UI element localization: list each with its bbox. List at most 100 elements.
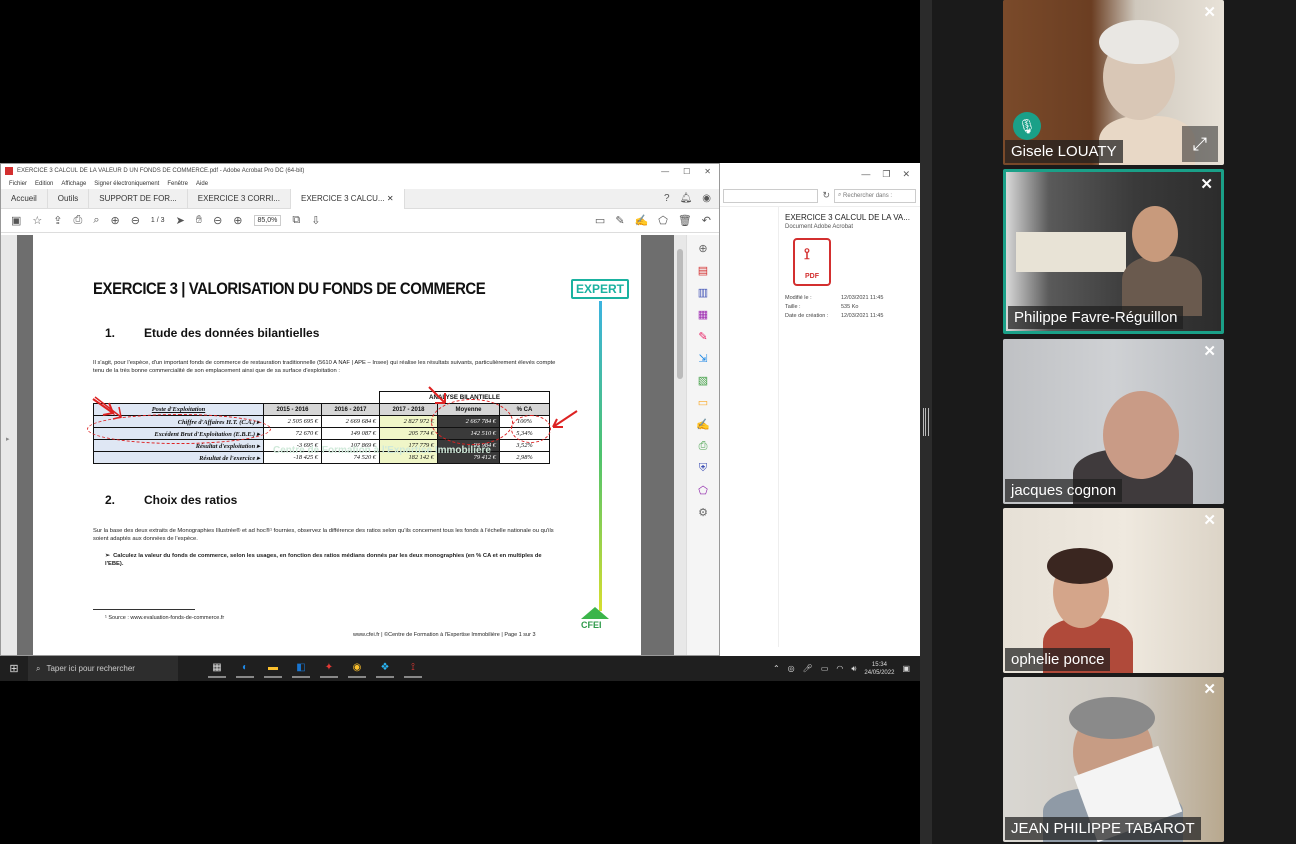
tab-exercice3-calcul[interactable]: EXERCICE 3 CALCU... ✕ xyxy=(291,188,405,209)
taskbar-search[interactable]: ⌕ Taper ici pour rechercher xyxy=(28,656,178,681)
acrobat-menubar: Fichier Edition Affichage Signer électro… xyxy=(1,178,719,189)
delete-icon[interactable]: 🗑︎ xyxy=(678,214,692,227)
combine-files-icon[interactable]: ▥ xyxy=(696,285,710,299)
compress-icon[interactable]: ▧ xyxy=(696,373,710,387)
close-icon[interactable]: ✕ xyxy=(1203,3,1216,21)
cloud-upload-icon[interactable]: ⇪ xyxy=(53,214,62,227)
tab-accueil[interactable]: Accueil xyxy=(1,188,48,209)
stamp-icon[interactable]: ⬠ xyxy=(658,214,668,227)
task-view-icon[interactable]: ▦ xyxy=(208,660,226,678)
close-icon[interactable]: ✕ xyxy=(704,167,711,176)
stamp-tool-icon[interactable]: ⬠ xyxy=(696,483,710,497)
hand-icon[interactable]: ✋︎ xyxy=(196,214,202,227)
tab-exercice3-corrige[interactable]: EXERCICE 3 CORRI... xyxy=(188,188,291,209)
tab-support[interactable]: SUPPORT DE FOR... xyxy=(89,188,188,209)
search-icon[interactable]: ⌕ xyxy=(93,214,99,227)
chrome-icon[interactable]: ◉ xyxy=(348,660,366,678)
close-icon[interactable]: ✕ xyxy=(902,169,910,180)
cursor-icon[interactable]: ➤ xyxy=(176,214,185,227)
menu-edition[interactable]: Edition xyxy=(35,181,53,187)
notifications-icon[interactable]: ▣ xyxy=(902,664,910,673)
network-app-icon[interactable]: ❖ xyxy=(376,660,394,678)
menu-fichier[interactable]: Fichier xyxy=(9,181,27,187)
zoom-select[interactable]: 85,0% xyxy=(253,215,282,226)
panel-resize-handle[interactable] xyxy=(920,0,932,844)
create-pdf-icon[interactable]: ▤ xyxy=(696,263,710,277)
minimize-icon[interactable]: — xyxy=(861,169,870,179)
page-current[interactable]: 1 xyxy=(151,217,155,224)
left-collapse-bar[interactable]: ▸ xyxy=(1,235,17,655)
zoom-in-icon[interactable]: ⊕ xyxy=(233,214,242,227)
file-explorer-icon[interactable]: ▬ xyxy=(264,660,282,678)
fill-sign-icon[interactable]: ✍ xyxy=(696,417,710,431)
close-icon[interactable]: ✕ xyxy=(1203,511,1216,529)
maximize-icon[interactable]: ☐ xyxy=(683,167,690,176)
user-avatar-icon[interactable]: ◉ xyxy=(702,193,711,204)
resize-grip-icon[interactable] xyxy=(923,408,929,436)
address-bar[interactable] xyxy=(723,188,819,203)
participant-tile[interactable]: ✕ JEAN PHILIPPE TABAROT xyxy=(1003,677,1224,842)
comment-icon[interactable]: ▭ xyxy=(595,214,605,227)
export-pdf-icon[interactable]: ⇲ xyxy=(696,351,710,365)
sign-icon[interactable]: ✍ xyxy=(635,214,649,227)
menu-fenetre[interactable]: Fenêtre xyxy=(167,181,188,187)
undo-icon[interactable]: ↶ xyxy=(702,214,711,227)
refresh-icon[interactable]: ↻ xyxy=(822,190,830,201)
watermark-text: Centre de Formation à l'Expertise Immobi… xyxy=(273,445,491,456)
scroll-thumb[interactable] xyxy=(677,249,683,379)
zoom-out-icon[interactable]: ⊖ xyxy=(213,214,222,227)
document-viewport[interactable]: ▸ EXERCICE 3 | VALORISATION DU FONDS DE … xyxy=(1,235,686,655)
red-app-icon[interactable]: ✦ xyxy=(320,660,338,678)
minimize-icon[interactable]: — xyxy=(661,167,669,176)
highlight-icon[interactable]: ✎ xyxy=(615,214,624,227)
print-icon[interactable]: ⎙ xyxy=(74,214,83,227)
restore-icon[interactable]: ❐ xyxy=(882,169,890,180)
protect-icon[interactable]: ⛨ xyxy=(696,461,710,475)
close-icon[interactable]: ✕ xyxy=(1203,342,1216,360)
tray-chevron-icon[interactable]: ⌃ xyxy=(773,664,780,673)
participant-tile[interactable]: ✕ ophelie ponce xyxy=(1003,508,1224,673)
comment-tool-icon[interactable]: ▭ xyxy=(696,395,710,409)
clock[interactable]: 15:34 24/05/2022 xyxy=(864,661,894,677)
menu-aide[interactable]: Aide xyxy=(196,181,208,187)
menu-signer[interactable]: Signer électroniquement xyxy=(94,181,159,187)
participant-tile[interactable]: ✕ 🎙︎ ⤢ Gisele LOUATY xyxy=(1003,0,1224,165)
outlook-icon[interactable]: ◧ xyxy=(292,660,310,678)
participant-tile[interactable]: ✕ jacques cognon xyxy=(1003,339,1224,504)
vertical-scrollbar[interactable] xyxy=(674,235,686,655)
help-icon[interactable]: ? xyxy=(664,193,670,204)
expand-left-icon[interactable]: ▸ xyxy=(6,435,10,443)
volume-icon[interactable]: 🔊︎ xyxy=(851,664,856,674)
row-label-text: Résultat de l'exercice xyxy=(199,454,256,462)
tab-outils[interactable]: Outils xyxy=(48,188,90,209)
bell-icon[interactable]: 🔔︎ xyxy=(680,193,693,204)
battery-icon[interactable]: ▭ xyxy=(821,664,829,673)
page-up-icon[interactable]: ⊕ xyxy=(110,214,119,227)
page-down-icon[interactable]: ⊖ xyxy=(131,214,140,227)
save-icon[interactable]: ▣ xyxy=(11,214,21,227)
fit-page-icon[interactable]: ⧉ xyxy=(292,214,300,227)
organize-pages-icon[interactable]: ▦ xyxy=(696,307,710,321)
explorer-search-input[interactable]: ⌕ Rechercher dans : xyxy=(834,188,916,203)
person-hair xyxy=(1099,20,1179,64)
star-icon[interactable]: ☆ xyxy=(32,214,42,227)
scroll-mode-icon[interactable]: ⇩ xyxy=(311,214,320,227)
more-tools-icon[interactable]: ⚙ xyxy=(696,505,710,519)
menu-affichage[interactable]: Affichage xyxy=(61,181,86,187)
edge-icon[interactable]: ◐ xyxy=(236,660,254,678)
tray-app-icon[interactable]: ◎ xyxy=(788,664,795,673)
edit-pdf-icon[interactable]: ✎ xyxy=(696,329,710,343)
wifi-icon[interactable]: ◠ xyxy=(836,664,843,673)
close-icon[interactable]: ✕ xyxy=(1203,680,1216,698)
windows-start-icon[interactable]: ⊞ xyxy=(0,662,28,675)
participant-name: JEAN PHILIPPE TABAROT xyxy=(1005,817,1201,840)
print-production-icon[interactable]: ⎙ xyxy=(696,439,710,453)
close-tab-icon[interactable]: ✕ xyxy=(387,194,394,203)
close-icon[interactable]: ✕ xyxy=(1200,175,1213,193)
page-indicator[interactable]: 1 / 3 xyxy=(151,217,165,224)
acrobat-taskbar-icon[interactable]: ⟟ xyxy=(404,660,422,678)
microphone-icon[interactable]: 🎤︎ xyxy=(803,664,813,673)
expand-icon[interactable]: ⤢ xyxy=(1182,126,1218,162)
zoom-tool-icon[interactable]: ⊕ xyxy=(696,241,710,255)
participant-tile-active[interactable]: ✕ Philippe Favre-Réguillon xyxy=(1003,169,1224,334)
